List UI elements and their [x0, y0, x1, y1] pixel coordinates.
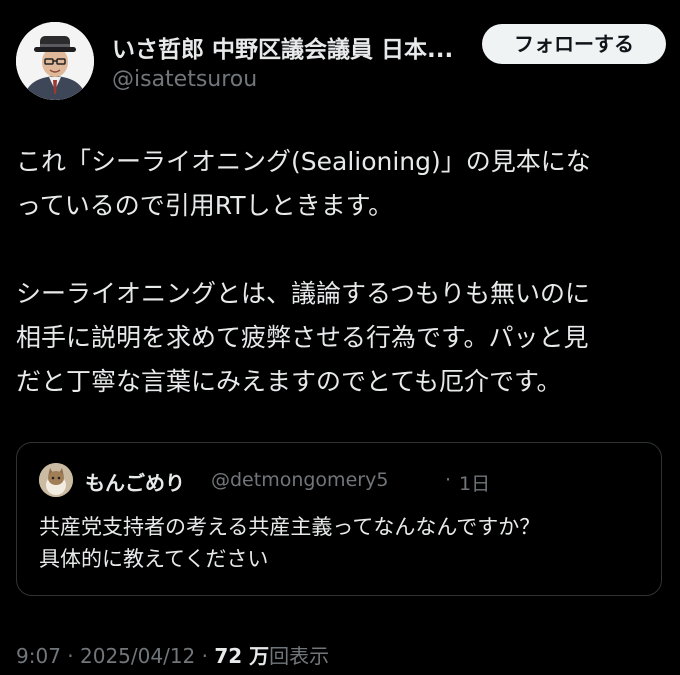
tweet-header: いさ哲郎 中野区議会議員 日本... @isatetsurou フォローする: [16, 16, 666, 102]
quoted-post-card[interactable]: もんごめり @detmongomery5 · 1日 共産党支持者の考える共産主義…: [16, 442, 662, 596]
quoted-separator: ·: [445, 469, 452, 491]
quoted-avatar-image: [39, 463, 73, 497]
avatar-image: [16, 22, 94, 100]
author-avatar[interactable]: [16, 22, 94, 100]
post-time[interactable]: 9:07: [16, 644, 61, 668]
views-count[interactable]: 72 万: [214, 644, 269, 668]
post-paragraph-2: シーライオニングとは、議論するつもりも無いのに 相手に説明を求めて疲弊させる行為…: [16, 279, 591, 396]
quoted-author-display-name[interactable]: もんごめり: [85, 467, 185, 496]
author-display-name[interactable]: いさ哲郎 中野区議会議員 日本...: [112, 30, 472, 64]
post-metadata: 9:07 · 2025/04/12 · 72 万回表示: [16, 640, 329, 669]
quoted-post-line-1: 共産党支持者の考える共産主義ってなんなんですか？: [39, 515, 541, 539]
quoted-post-text: 共産党支持者の考える共産主義ってなんなんですか？ 具体的に教えてください: [39, 511, 639, 575]
post-text: これ「シーライオニング(Sealioning)」の見本にな っているので引用RT…: [16, 140, 666, 404]
quoted-author-handle[interactable]: @detmongomery5: [211, 469, 388, 491]
author-handle[interactable]: @isatetsurou: [112, 67, 257, 92]
meta-separator-2: ·: [195, 644, 215, 668]
post-date[interactable]: 2025/04/12: [80, 644, 195, 668]
quoted-post-time[interactable]: 1日: [459, 469, 490, 496]
tweet: いさ哲郎 中野区議会議員 日本... @isatetsurou フォローする こ…: [0, 0, 680, 675]
follow-button[interactable]: フォローする: [482, 24, 666, 64]
meta-separator-1: ·: [60, 644, 80, 668]
quoted-author-avatar[interactable]: [39, 463, 73, 497]
post-paragraph-1: これ「シーライオニング(Sealioning)」の見本にな っているので引用RT…: [16, 147, 591, 220]
views-label: 回表示: [269, 644, 330, 668]
quoted-post-line-2: 具体的に教えてください: [39, 547, 269, 571]
